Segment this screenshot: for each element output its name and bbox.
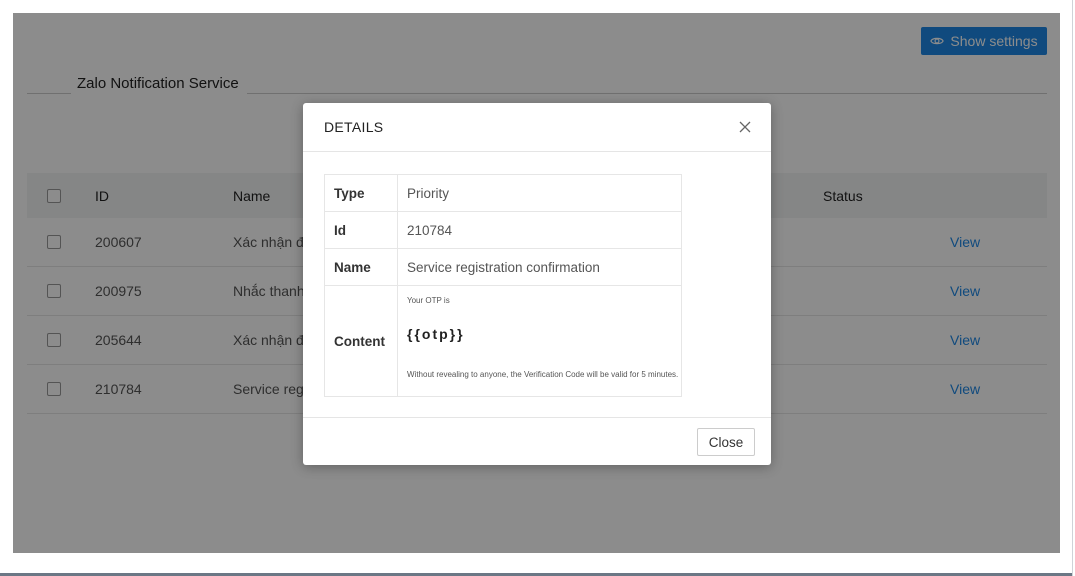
detail-row-content: Content Your OTP is {{otp}} Without reve…: [324, 285, 682, 397]
content-label: Content: [324, 285, 398, 397]
close-button[interactable]: Close: [697, 428, 755, 456]
content-line-2: Without revealing to anyone, the Verific…: [407, 370, 679, 379]
detail-row-id: Id 210784: [324, 211, 682, 249]
id-label: Id: [324, 211, 398, 249]
name-label: Name: [324, 248, 398, 286]
detail-row-name: Name Service registration confirmation: [324, 248, 682, 286]
content-preview: Your OTP is {{otp}} Without revealing to…: [397, 285, 682, 397]
bottom-edge: [0, 553, 1075, 576]
id-value: 210784: [397, 211, 682, 249]
modal-title: DETAILS: [324, 119, 384, 135]
content-variable: {{otp}}: [407, 326, 465, 342]
details-modal: DETAILS Type Priority Id 210784 Name Ser…: [303, 103, 771, 465]
name-value: Service registration confirmation: [397, 248, 682, 286]
type-value: Priority: [397, 174, 682, 212]
details-table: Type Priority Id 210784 Name Service reg…: [324, 174, 682, 397]
modal-header: DETAILS: [303, 103, 771, 152]
content-line-1: Your OTP is: [407, 296, 450, 305]
modal-body: Type Priority Id 210784 Name Service reg…: [303, 152, 771, 417]
close-icon[interactable]: [739, 121, 751, 133]
type-label: Type: [324, 174, 398, 212]
detail-row-type: Type Priority: [324, 174, 682, 212]
modal-footer: Close: [303, 417, 771, 466]
